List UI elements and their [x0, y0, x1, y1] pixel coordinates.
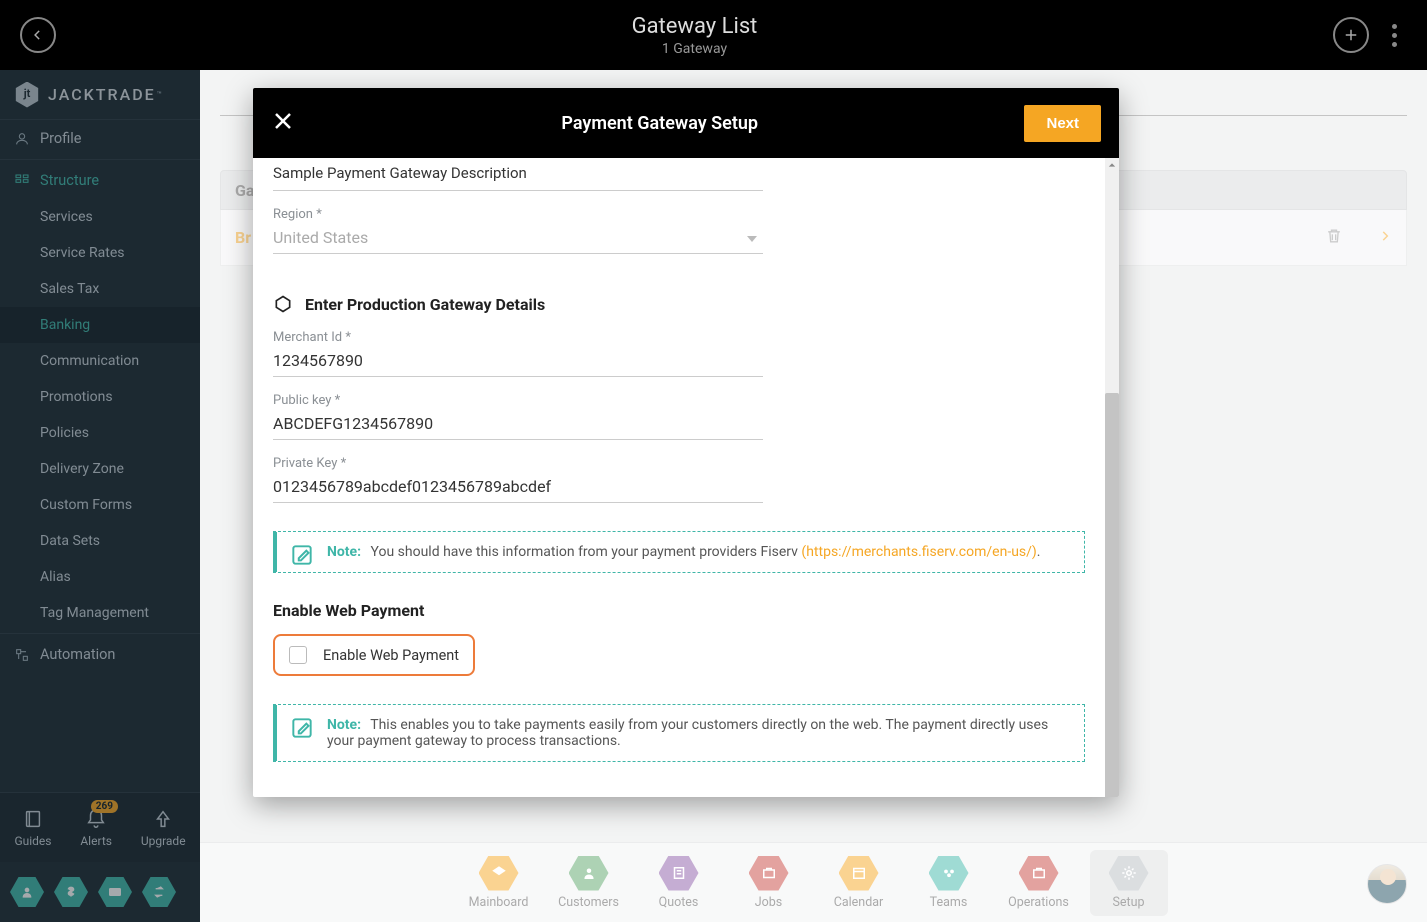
- close-icon[interactable]: [271, 109, 295, 137]
- modal-backdrop-sidebar: [0, 70, 200, 922]
- page-title: Gateway List: [56, 14, 1333, 39]
- topbar: Gateway List 1 Gateway: [0, 0, 1427, 70]
- merchant-id-label: Merchant Id: [273, 330, 763, 345]
- modal-payment-gateway-setup: Payment Gateway Setup Next Sample Paymen…: [253, 88, 1119, 797]
- modal-body: Sample Payment Gateway Description Regio…: [253, 158, 1105, 797]
- add-button[interactable]: [1333, 17, 1369, 53]
- edit-icon: [289, 542, 315, 568]
- kebab-menu[interactable]: [1379, 24, 1409, 47]
- public-key-input[interactable]: ABCDEFG1234567890: [273, 408, 763, 440]
- note-label: Note:: [327, 544, 361, 560]
- note-box-2: Note: This enables you to take payments …: [273, 704, 1085, 762]
- edit-icon: [289, 715, 315, 741]
- private-key-input[interactable]: 0123456789abcdef0123456789abcdef: [273, 471, 763, 503]
- public-key-label: Public key: [273, 393, 763, 408]
- note-box-1: Note: You should have this information f…: [273, 531, 1085, 573]
- note-text: You should have this information from yo…: [371, 544, 802, 560]
- hexagon-icon: [273, 294, 293, 314]
- next-button[interactable]: Next: [1024, 105, 1101, 142]
- description-value[interactable]: Sample Payment Gateway Description: [273, 158, 763, 191]
- private-key-label: Private Key: [273, 456, 763, 471]
- note-text: This enables you to take payments easily…: [327, 717, 1048, 749]
- modal-title: Payment Gateway Setup: [295, 113, 1024, 134]
- page-title-wrap: Gateway List 1 Gateway: [56, 14, 1333, 57]
- page-subtitle: 1 Gateway: [56, 41, 1333, 57]
- enable-web-payment-checkbox[interactable]: [289, 646, 307, 664]
- region-select[interactable]: United States: [273, 222, 763, 254]
- back-button[interactable]: [20, 17, 56, 53]
- enable-web-payment-label: Enable Web Payment: [323, 647, 459, 664]
- note-link[interactable]: (https://merchants.fiserv.com/en-us/): [801, 544, 1036, 560]
- note-label: Note:: [327, 717, 361, 733]
- region-label: Region: [273, 207, 763, 222]
- merchant-id-input[interactable]: 1234567890: [273, 345, 763, 377]
- enable-web-payment-highlight: Enable Web Payment: [273, 634, 475, 676]
- enable-web-payment-title: Enable Web Payment: [273, 601, 1085, 620]
- section-production-details: Enter Production Gateway Details: [273, 294, 1085, 314]
- scrollbar-up-icon[interactable]: [1105, 158, 1119, 172]
- modal-header: Payment Gateway Setup Next: [253, 88, 1119, 158]
- scrollbar-thumb[interactable]: [1105, 393, 1119, 797]
